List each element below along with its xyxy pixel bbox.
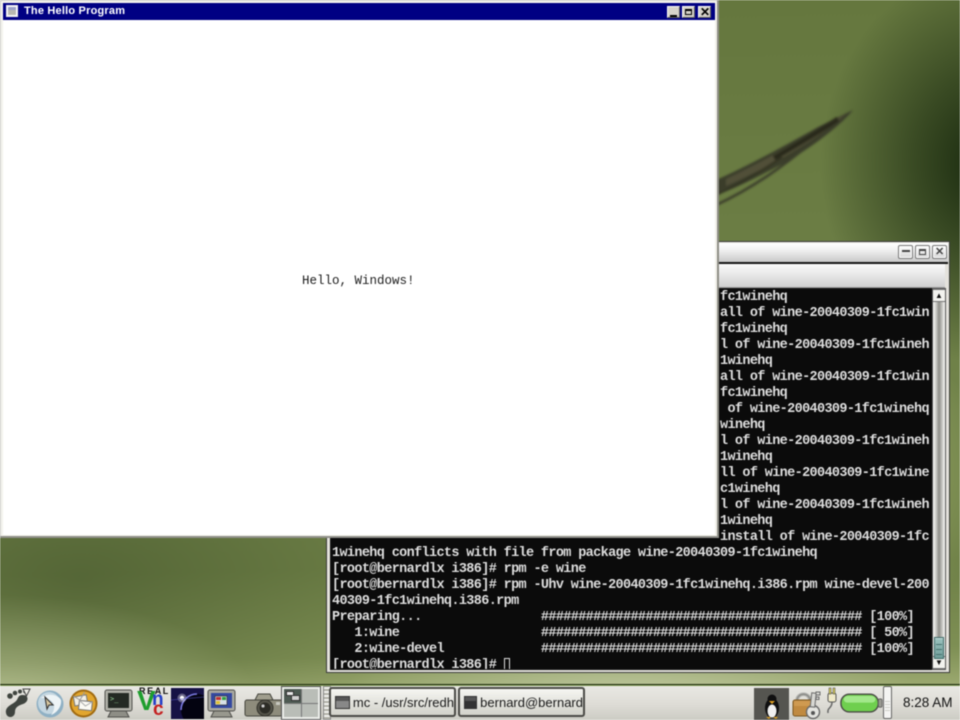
svg-text:>_: >_ — [110, 695, 119, 703]
